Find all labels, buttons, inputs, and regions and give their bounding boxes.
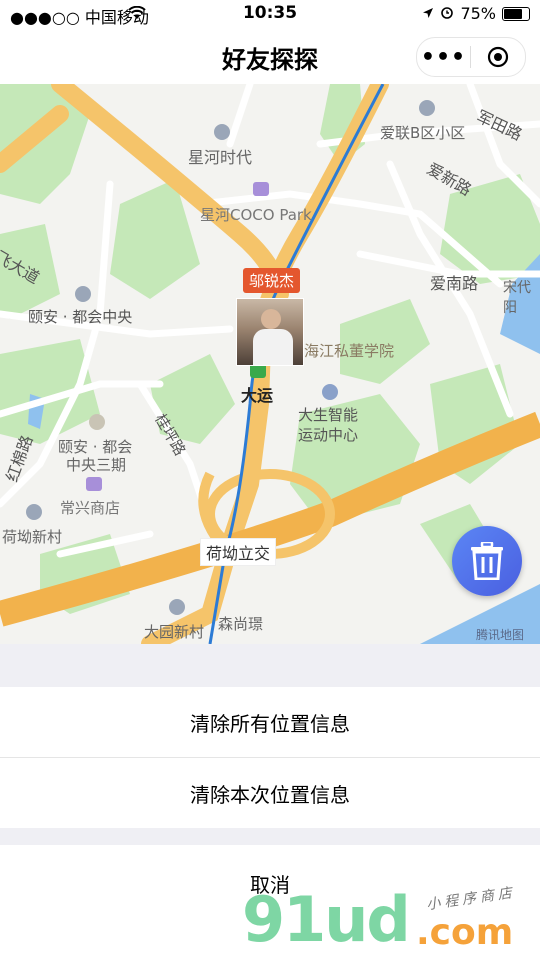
- map-label: 星河COCO Park: [200, 206, 312, 224]
- watermark-brand: 91ud: [242, 883, 411, 956]
- map-label: 大园新村: [144, 623, 205, 641]
- clear-all-label: 清除所有位置信息: [190, 711, 350, 736]
- clear-current-label: 清除本次位置信息: [190, 782, 350, 807]
- map-view[interactable]: 星河时代 星河COCO Park 爱联B区小区 军田路 爱新路 爱南路 宋代阳 …: [0, 84, 540, 644]
- battery-percent: 75%: [460, 4, 496, 23]
- map-label: 运动中心: [298, 426, 359, 444]
- clear-current-location-button[interactable]: 清除本次位置信息: [0, 758, 540, 828]
- map-label: 颐安 · 都会中央: [28, 308, 133, 326]
- avatar-figure: [261, 309, 281, 329]
- map-label: 荷坳新村: [2, 528, 63, 546]
- map-label: 常兴商店: [60, 499, 121, 517]
- map-label: 爱南路: [430, 274, 479, 293]
- map-label: 森尚璟: [218, 615, 264, 633]
- map-label: 海江私董学院: [304, 342, 395, 360]
- target-icon: [487, 46, 508, 68]
- clear-all-location-button[interactable]: 清除所有位置信息: [0, 687, 540, 757]
- map-attribution: 腾讯地图: [476, 628, 525, 642]
- map-label: 爱联B区小区: [380, 124, 466, 142]
- more-menu-button[interactable]: •••: [417, 45, 470, 70]
- map-label: 大生智能: [298, 406, 359, 424]
- delete-button[interactable]: [452, 526, 522, 596]
- location-arrow-icon: [422, 4, 434, 23]
- user-avatar-marker[interactable]: [236, 298, 304, 366]
- map-label: 荷坳立交: [200, 538, 277, 566]
- map-label: 星河时代: [188, 148, 253, 167]
- avatar-shirt: [253, 329, 293, 365]
- battery-icon: [502, 6, 530, 21]
- navigation-bar: 好友探探 •••: [0, 28, 540, 84]
- watermark-logo: 91ud .com 小程序商店: [236, 880, 540, 960]
- map-label: 中央三期: [66, 456, 127, 474]
- user-name-tag: 邬锐杰: [243, 268, 301, 293]
- close-miniprogram-button[interactable]: [471, 45, 524, 69]
- map-label: 宋代阳: [503, 280, 531, 316]
- capsule-menu: •••: [416, 37, 526, 77]
- alarm-icon: [440, 4, 454, 23]
- status-right: 75%: [422, 4, 530, 23]
- trash-icon: [471, 542, 503, 580]
- status-bar: ●●●○○ 中国移动 10:35 75%: [0, 0, 540, 28]
- map-label: 大运: [241, 386, 274, 405]
- watermark-domain: .com: [416, 912, 514, 953]
